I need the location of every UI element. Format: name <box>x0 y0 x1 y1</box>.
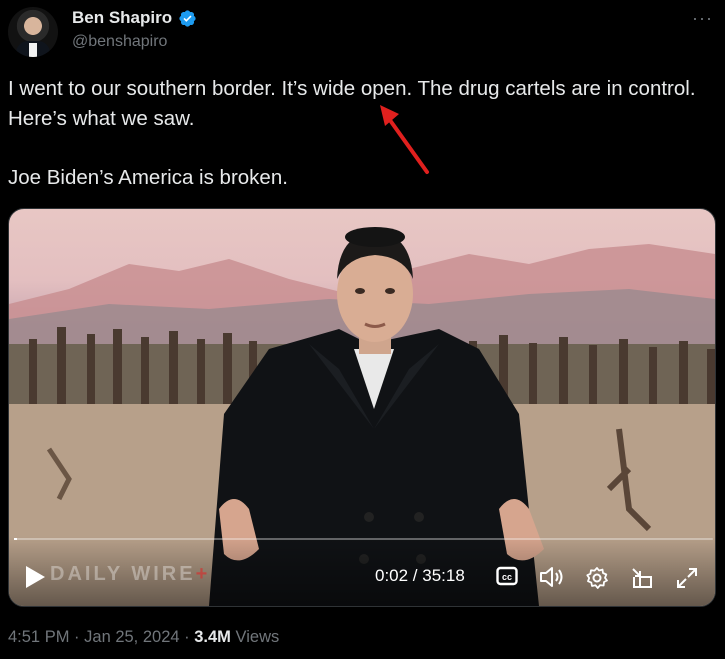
volume-icon <box>540 567 563 587</box>
expand-icon <box>677 568 697 588</box>
tweet-date[interactable]: Jan 25, 2024 <box>84 628 179 646</box>
views-label: Views <box>235 628 280 646</box>
volume-button[interactable] <box>538 564 566 590</box>
tweet-paragraph-1: I went to our southern border. It’s wide… <box>8 77 696 130</box>
video-progress-fill <box>14 538 18 540</box>
watermark-plus: + <box>195 563 211 585</box>
avatar[interactable] <box>8 7 58 57</box>
author-handle[interactable]: @benshapiro <box>72 33 167 51</box>
fullscreen-button[interactable] <box>673 564 701 592</box>
video-timecode: 0:02 / 35:18 <box>375 566 465 585</box>
daily-wire-watermark: DAILY WIRE+ <box>50 563 210 586</box>
tweet-paragraph-2: Joe Biden’s America is broken. <box>8 166 288 189</box>
video-progress-bar[interactable] <box>14 538 713 540</box>
closed-captions-icon: cc <box>496 566 518 586</box>
cc-label: cc <box>502 572 512 582</box>
meta-separator: · <box>184 628 190 646</box>
captions-button[interactable]: cc <box>494 565 520 587</box>
dock-icon <box>632 568 652 588</box>
more-options-icon[interactable]: ··· <box>692 8 713 29</box>
tweet-meta: 4:51 PM · Jan 25, 2024 · 3.4M Views <box>8 628 279 647</box>
dock-button[interactable] <box>628 564 656 592</box>
tweet-time[interactable]: 4:51 PM <box>8 628 69 646</box>
watermark-text: DAILY WIRE <box>50 563 196 585</box>
gear-icon <box>586 567 608 589</box>
avatar-shirt <box>29 43 37 57</box>
views-count[interactable]: 3.4M <box>194 628 231 646</box>
meta-separator: · <box>74 628 80 646</box>
tweet-text: I went to our southern border. It’s wide… <box>8 74 698 193</box>
video-player[interactable] <box>8 208 716 607</box>
settings-button[interactable] <box>583 564 611 592</box>
play-button[interactable] <box>20 562 50 592</box>
author-name[interactable]: Ben Shapiro <box>72 8 172 28</box>
red-annotation-arrow-icon <box>380 105 429 174</box>
author-name-row: Ben Shapiro <box>72 8 197 28</box>
verified-badge-icon[interactable] <box>178 9 197 28</box>
play-icon <box>26 566 45 588</box>
